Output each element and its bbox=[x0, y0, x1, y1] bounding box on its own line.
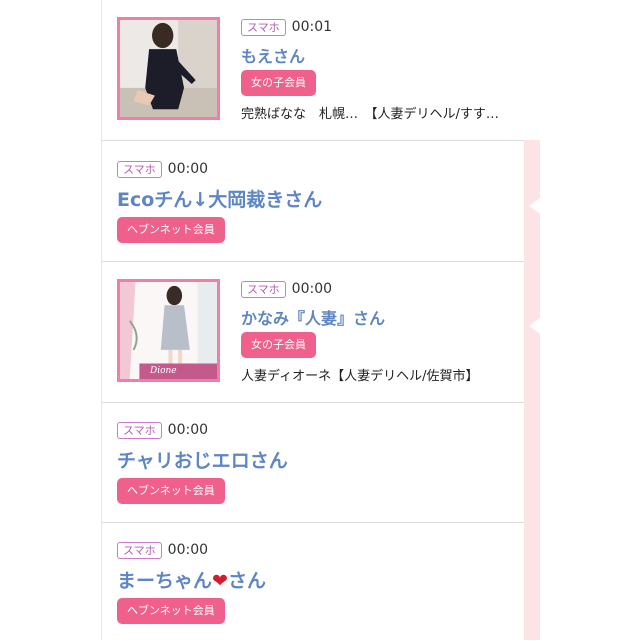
member-type-badge: 女の子会員 bbox=[241, 70, 316, 96]
member-name[interactable]: もえさん bbox=[241, 43, 305, 67]
member-type-badge: ヘブンネット会員 bbox=[117, 217, 225, 243]
heart-icon: ❤ bbox=[212, 570, 228, 592]
list-item[interactable]: スマホ 00:00 Ecoチん↓大岡裁きさん ヘブンネット会員 bbox=[102, 141, 540, 262]
access-time: 00:00 bbox=[291, 281, 333, 297]
visitor-feed: スマホ 00:01 もえさん 女の子会員 完熟ばなな 札幌… 【人妻デリヘル/す… bbox=[101, 0, 540, 640]
access-time: 00:00 bbox=[167, 542, 209, 558]
member-type-badge: 女の子会員 bbox=[241, 332, 316, 358]
member-name[interactable]: チャリおじエロさん bbox=[117, 446, 288, 473]
access-time: 00:00 bbox=[167, 422, 209, 438]
device-tag: スマホ bbox=[241, 18, 286, 36]
member-photo[interactable] bbox=[117, 17, 220, 120]
access-time: 00:01 bbox=[291, 19, 333, 35]
scroll-rail bbox=[524, 140, 540, 640]
shop-name[interactable]: 完熟ばなな 札幌… 【人妻デリヘル/すす… bbox=[241, 103, 499, 122]
list-item[interactable]: スマホ 00:01 もえさん 女の子会員 完熟ばなな 札幌… 【人妻デリヘル/す… bbox=[102, 0, 540, 141]
meta-row: スマホ 00:00 bbox=[117, 159, 208, 179]
device-tag: スマホ bbox=[117, 160, 162, 178]
device-tag: スマホ bbox=[241, 280, 286, 298]
member-type-badge: ヘブンネット会員 bbox=[117, 478, 225, 504]
member-name-text: まーちゃん bbox=[117, 570, 213, 592]
member-name[interactable]: Ecoチん↓大岡裁きさん bbox=[117, 185, 322, 212]
member-name-suffix: さん bbox=[227, 570, 266, 592]
list-item[interactable]: Dione スマホ 00:00 かなみ『人妻』さん 女の子会員 人妻ディオーネ【… bbox=[102, 262, 540, 403]
member-type-badge: ヘブンネット会員 bbox=[117, 598, 225, 624]
member-photo[interactable]: Dione bbox=[117, 279, 220, 382]
access-time: 00:00 bbox=[167, 161, 209, 177]
rail-pointer bbox=[529, 198, 540, 334]
member-name[interactable]: まーちゃん❤さん bbox=[117, 566, 266, 593]
shop-name[interactable]: 人妻ディオーネ【人妻デリヘル/佐賀市】 bbox=[241, 365, 478, 384]
member-name[interactable]: かなみ『人妻』さん bbox=[241, 305, 385, 329]
device-tag: スマホ bbox=[117, 421, 162, 439]
device-tag: スマホ bbox=[117, 541, 162, 559]
list-item[interactable]: スマホ 00:00 まーちゃん❤さん ヘブンネット会員 bbox=[102, 523, 540, 640]
meta-row: スマホ 00:00 bbox=[241, 279, 332, 299]
shop-logo-text: Dione bbox=[150, 366, 177, 376]
meta-row: スマホ 00:00 bbox=[117, 540, 208, 560]
meta-row: スマホ 00:00 bbox=[117, 420, 208, 440]
list-item[interactable]: スマホ 00:00 チャリおじエロさん ヘブンネット会員 bbox=[102, 403, 540, 523]
meta-row: スマホ 00:01 bbox=[241, 17, 332, 37]
